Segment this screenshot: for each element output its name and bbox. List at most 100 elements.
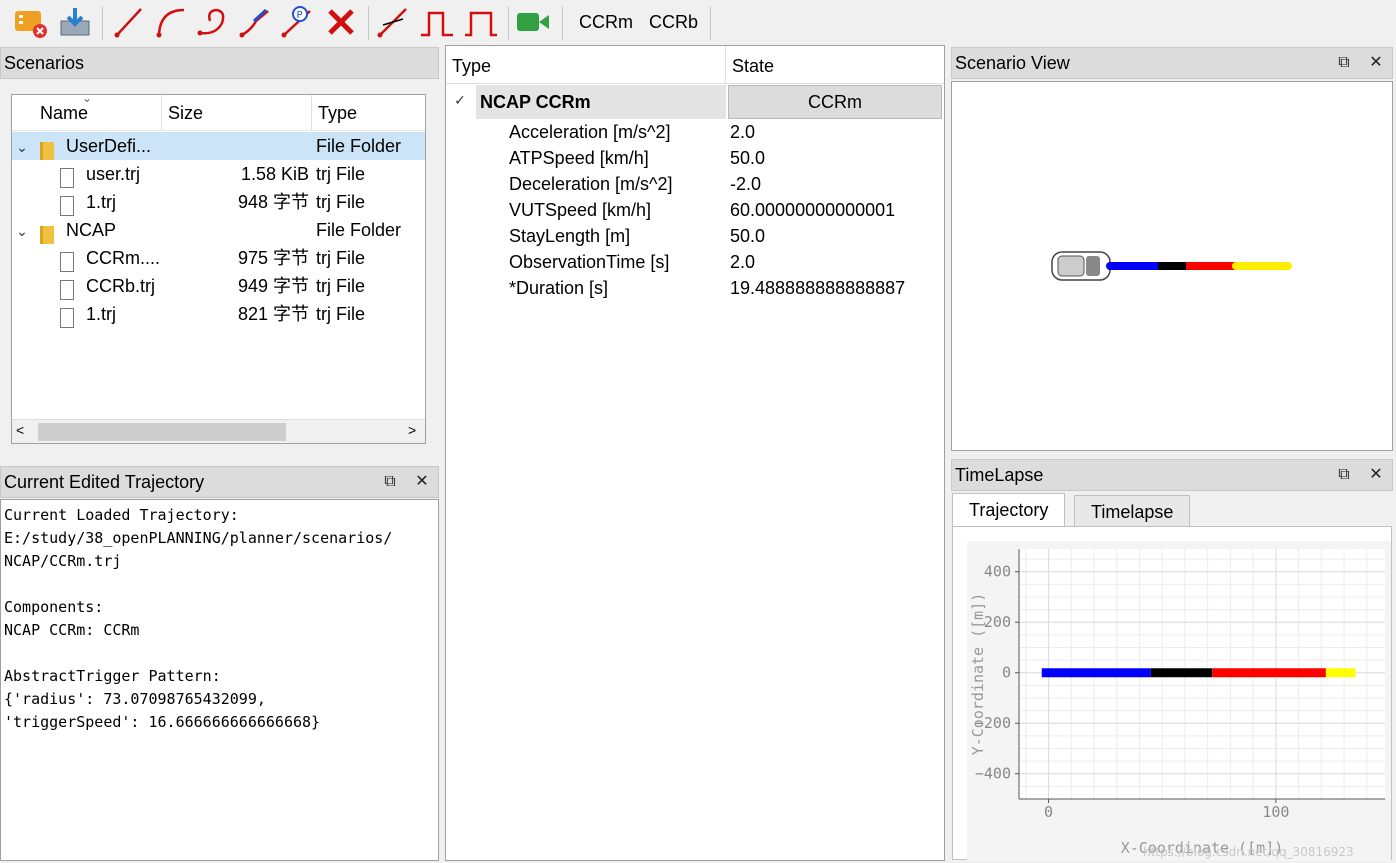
y-tick-label: 400 (984, 563, 1011, 581)
tree-header: Name ⌄ Size Type (12, 94, 425, 131)
tree-item-name: CCRm.... (86, 248, 160, 268)
pulse2-tool-icon[interactable] (462, 3, 500, 41)
sort-indicator-icon: ⌄ (82, 94, 93, 105)
import-icon[interactable] (56, 3, 94, 41)
close-dock-icon[interactable]: ✕ (414, 467, 430, 497)
file-icon (60, 247, 74, 275)
y-axis-label: Y-Coordinate ([m]) (969, 593, 987, 756)
timelapse-title: TimeLapse (955, 465, 1044, 485)
file-icon (60, 303, 74, 331)
property-name: ObservationTime [s] (509, 252, 670, 272)
float-dock-icon[interactable]: ⧉ (1336, 48, 1352, 78)
timelapse-dock: Trajectory Timelapse 400 200 0 −200 −400 0 100… (951, 491, 1393, 861)
watermark: https://blog.csdn.net/qq_30816923 (1143, 845, 1354, 859)
scenario-view-dock-title: Scenario View ⧉ ✕ (951, 47, 1393, 79)
float-dock-icon[interactable]: ⧉ (1336, 460, 1352, 490)
close-dock-icon[interactable]: ✕ (1368, 460, 1384, 490)
trajectory-title: Current Edited Trajectory (4, 472, 205, 492)
column-size-header[interactable]: Size (162, 95, 312, 131)
float-dock-icon[interactable]: ⧉ (382, 467, 398, 497)
tree-row[interactable]: CCRb.trj 949 字节 trj File (12, 272, 425, 301)
scenario-view-canvas[interactable] (951, 81, 1393, 451)
tab-timelapse[interactable]: Timelapse (1074, 495, 1191, 527)
curve-tool-icon[interactable] (152, 3, 190, 41)
property-name: StayLength [m] (509, 226, 631, 246)
property-value[interactable]: 60.00000000000001 (730, 197, 895, 223)
column-state-header[interactable]: State (726, 46, 944, 84)
property-row[interactable]: ATPSpeed [km/h] 50.0 (446, 145, 944, 171)
tree-item-size: 949 字节 (237, 276, 309, 296)
x-tick-label: 100 (1262, 803, 1289, 821)
column-type-header[interactable]: Type (446, 46, 726, 84)
tree-row[interactable]: ⌄ UserDefi... File Folder (12, 132, 425, 161)
file-icon (60, 163, 74, 191)
camera-icon[interactable] (514, 3, 552, 41)
tree-item-name: UserDefi... (66, 136, 152, 156)
tree-item-name: CCRb.trj (86, 276, 156, 296)
delete-tool-icon[interactable] (322, 3, 360, 41)
cut-tool-icon[interactable] (374, 3, 412, 41)
tree-row[interactable]: 1.trj 948 字节 trj File (12, 188, 425, 217)
tree-item-size: 821 字节 (237, 304, 309, 324)
tab-trajectory[interactable]: Trajectory (952, 493, 1066, 527)
property-row[interactable]: Deceleration [m/s^2] -2.0 (446, 171, 944, 197)
timelapse-dock-title: TimeLapse ⧉ ✕ (951, 459, 1393, 491)
trajectory-dock-title: Current Edited Trajectory ⧉ ✕ (0, 466, 439, 498)
scenarios-dock-title: Scenarios (0, 47, 439, 79)
chevron-down-icon[interactable]: ⌄ (14, 132, 30, 161)
property-row[interactable]: ObservationTime [s] 2.0 (446, 249, 944, 275)
property-value[interactable]: 50.0 (730, 145, 765, 171)
group-row[interactable]: ✓ NCAP CCRm CCRm (446, 85, 944, 119)
scroll-thumb[interactable] (38, 423, 286, 441)
group-state-combo[interactable]: CCRm (728, 85, 942, 119)
chevron-down-icon[interactable]: ⌄ (14, 216, 30, 245)
line-tool-icon[interactable] (110, 3, 148, 41)
scroll-right-icon[interactable]: > (408, 422, 416, 438)
property-name: Deceleration [m/s^2] (509, 174, 673, 194)
scroll-left-icon[interactable]: < (16, 422, 24, 438)
tree-item-type: trj File (316, 164, 365, 184)
scenarios-title: Scenarios (4, 53, 85, 73)
tree-row[interactable]: 1.trj 821 字节 trj File (12, 300, 425, 331)
tree-item-name: NCAP (66, 220, 117, 240)
property-name: Acceleration [m/s^2] (509, 122, 671, 142)
property-value[interactable]: 2.0 (730, 249, 755, 275)
scenario-view-title: Scenario View (955, 53, 1070, 73)
ramp-tool-icon[interactable] (236, 3, 274, 41)
property-row[interactable]: *Duration [s] 19.488888888888887 (446, 275, 944, 301)
property-value[interactable]: 2.0 (730, 119, 755, 145)
tree-item-size: 975 字节 (237, 248, 309, 268)
tree-item-size: 948 字节 (237, 192, 309, 212)
parking-tool-icon[interactable]: P (278, 3, 316, 41)
chevron-down-icon[interactable]: ✓ (452, 89, 468, 110)
y-tick-label: 0 (1002, 664, 1011, 682)
tree-item-type: trj File (316, 304, 365, 324)
tree-item-name: 1.trj (86, 192, 117, 212)
tree-row[interactable]: CCRm.... 975 字节 trj File (12, 244, 425, 275)
tree-item-type: File Folder (316, 220, 402, 240)
column-name-header[interactable]: Name (34, 95, 162, 131)
svg-text:P: P (297, 10, 303, 21)
trajectory-chart: 4002000−200−4000 100X-Coordinate ([m])Y-C… (967, 541, 1391, 861)
property-row[interactable]: Acceleration [m/s^2] 2.0 (446, 119, 944, 145)
property-value[interactable]: 19.488888888888887 (730, 275, 905, 301)
property-value[interactable]: 50.0 (730, 223, 765, 249)
column-type-header[interactable]: Type (312, 95, 425, 131)
tree-row[interactable]: user.trj 1.58 KiB trj File (12, 160, 425, 191)
close-dock-icon[interactable]: ✕ (1368, 48, 1384, 78)
scenarios-tree[interactable]: Name ⌄ Size Type ⌄ UserDefi... File Folder… (11, 94, 426, 444)
property-row[interactable]: StayLength [m] 50.0 (446, 223, 944, 249)
trajectory-text-panel[interactable]: Current Loaded Trajectory: E:/study/38_o… (0, 499, 439, 861)
tree-row[interactable]: ⌄ NCAP File Folder (12, 216, 425, 245)
loop-tool-icon[interactable] (194, 3, 232, 41)
preset-ccrm-button[interactable]: CCRm (579, 12, 633, 33)
pulse-tool-icon[interactable] (418, 3, 456, 41)
toolbar: P CCRm CCRb (0, 0, 1396, 46)
preset-ccrb-button[interactable]: CCRb (649, 12, 698, 33)
ticket-delete-icon[interactable] (12, 3, 50, 41)
property-row[interactable]: VUTSpeed [km/h] 60.00000000000001 (446, 197, 944, 223)
properties-tree[interactable]: Type State ✓ NCAP CCRm CCRm Acceleration… (445, 45, 945, 861)
property-name: VUTSpeed [km/h] (509, 200, 652, 220)
property-value[interactable]: -2.0 (730, 171, 761, 197)
horizontal-scrollbar[interactable]: < > (12, 419, 425, 443)
